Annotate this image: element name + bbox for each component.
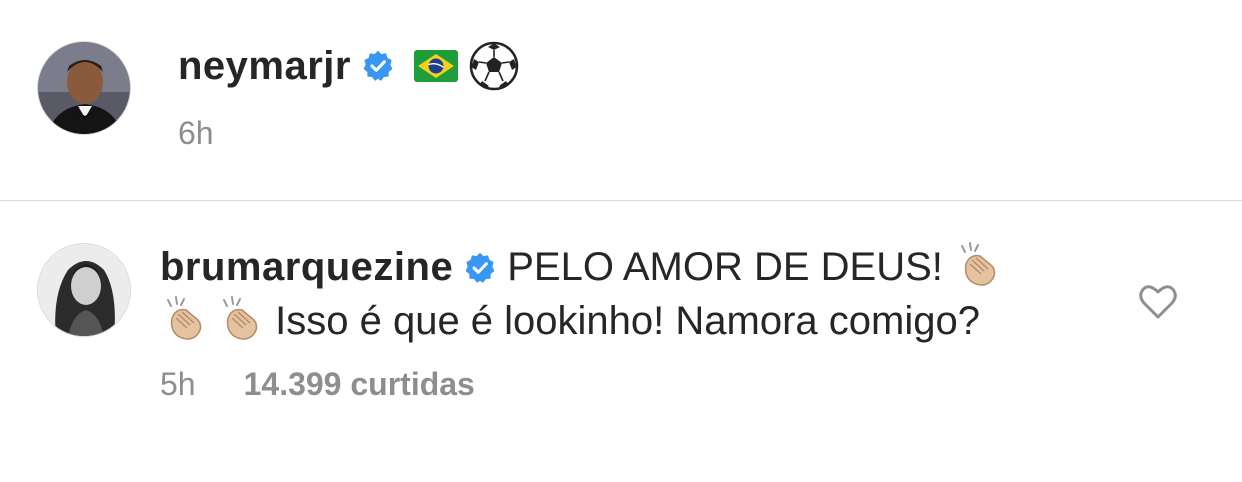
comment-meta: 5h 14.399 curtidas [160, 366, 475, 403]
comment-timestamp[interactable]: 5h [160, 366, 196, 402]
clapping-hands-icon [167, 296, 202, 340]
caption-line: neymarjr [178, 38, 519, 94]
caption-timestamp[interactable]: 6h [178, 115, 214, 152]
caption-username[interactable]: neymarjr [178, 44, 351, 89]
comment-likes-count[interactable]: 14.399 curtidas [244, 366, 475, 402]
comment-username[interactable]: brumarquezine [160, 245, 453, 289]
comment-body-part1: PELO AMOR DE DEUS! [507, 245, 954, 289]
comment-body-part2: Isso é que é lookinho! Namora comigo? [264, 299, 980, 343]
verified-badge-icon [465, 252, 495, 283]
verified-badge-icon [363, 50, 393, 81]
soccer-ball-icon [469, 41, 519, 91]
bruna-avatar[interactable] [37, 243, 131, 337]
clapping-hands-icon [961, 242, 996, 286]
brazil-flag-icon [413, 50, 458, 82]
post-caption: neymarjr 6h [0, 0, 1242, 200]
heart-outline-icon[interactable] [1138, 282, 1178, 320]
comment-text: brumarquezine PELO AMOR DE DEUS! Isso é … [160, 240, 1110, 348]
divider [0, 200, 1242, 201]
clapping-hands-icon [223, 296, 258, 340]
neymar-avatar[interactable] [37, 41, 131, 135]
